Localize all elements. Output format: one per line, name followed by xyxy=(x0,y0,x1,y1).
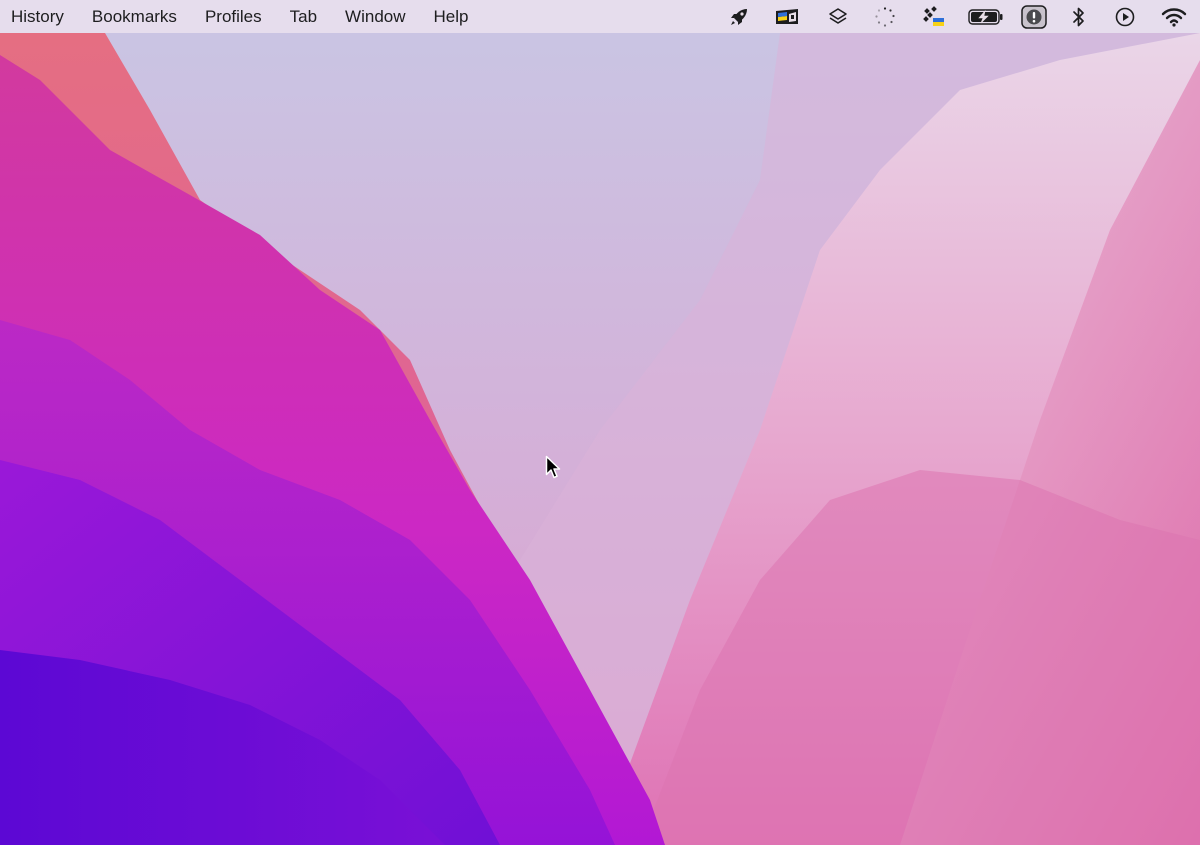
wallpaper xyxy=(0,0,1200,845)
app-menu: History Bookmarks Profiles Tab Window He… xyxy=(0,0,482,33)
wifi-icon[interactable] xyxy=(1148,0,1200,33)
mouse-pointer-icon xyxy=(545,455,561,479)
play-icon[interactable] xyxy=(1102,0,1148,33)
menu-tab[interactable]: Tab xyxy=(276,0,331,33)
bluetooth-icon[interactable] xyxy=(1056,0,1102,33)
menu-help[interactable]: Help xyxy=(420,0,483,33)
layers-icon[interactable] xyxy=(814,0,862,33)
menu-window[interactable]: Window xyxy=(331,0,419,33)
menu-history[interactable]: History xyxy=(0,0,78,33)
menu-bookmarks[interactable]: Bookmarks xyxy=(78,0,191,33)
status-area xyxy=(716,0,1200,33)
loading-spinner-icon[interactable] xyxy=(862,0,908,33)
menu-bar: History Bookmarks Profiles Tab Window He… xyxy=(0,0,1200,33)
rocket-icon[interactable] xyxy=(716,0,762,33)
menu-profiles[interactable]: Profiles xyxy=(191,0,276,33)
battery-charging-icon[interactable] xyxy=(960,0,1012,33)
flag-display-icon[interactable] xyxy=(762,0,814,33)
desktop[interactable]: History Bookmarks Profiles Tab Window He… xyxy=(0,0,1200,845)
grid-flag-icon[interactable] xyxy=(908,0,960,33)
alert-icon[interactable] xyxy=(1012,0,1056,33)
